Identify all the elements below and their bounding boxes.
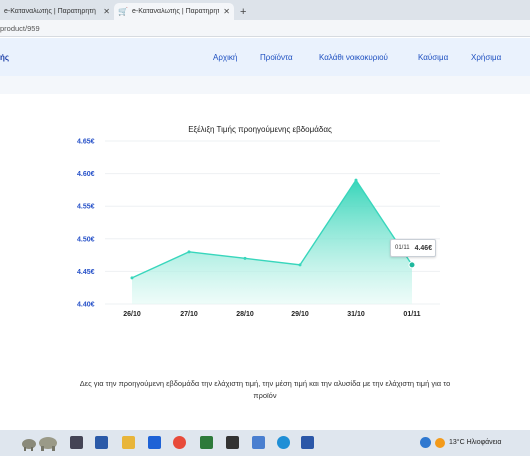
data-point xyxy=(243,256,247,260)
edge-icon[interactable] xyxy=(277,436,290,449)
x-tick-label: 26/10 xyxy=(123,311,141,318)
y-tick-label: 4.65€ xyxy=(77,139,95,146)
file-explorer-icon[interactable] xyxy=(122,436,135,449)
x-tick-label: 01/11 xyxy=(403,311,420,318)
app-icon[interactable] xyxy=(95,436,108,449)
chrome-icon[interactable] xyxy=(173,436,186,449)
data-point xyxy=(354,178,358,182)
taskbar: 13°C Ηλιοφάνεια xyxy=(0,430,530,456)
weather-icon xyxy=(435,437,445,448)
tooltip-date: 01/11 xyxy=(395,245,410,251)
y-tick-label: 4.60€ xyxy=(77,171,95,178)
series-area xyxy=(132,180,412,304)
data-point xyxy=(298,263,302,267)
y-tick-label: 4.40€ xyxy=(77,302,95,309)
system-tray: 13°C Ηλιοφάνεια xyxy=(420,437,501,448)
task-view-icon[interactable] xyxy=(70,436,83,449)
chart-caption: Δες για την προηγούμενη εβδομάδα την ελά… xyxy=(79,379,451,400)
app-icon[interactable] xyxy=(200,436,213,449)
x-tick-label: 28/10 xyxy=(236,311,254,318)
price-chart: 4.40€ 4.45€ 4.50€ 4.55€ 4.60€ 4.65€ 26/10 27/1… xyxy=(77,139,440,318)
elephants-image xyxy=(22,437,57,451)
app-icon[interactable] xyxy=(226,436,239,449)
app-icon[interactable] xyxy=(252,436,265,449)
tooltip-price: 4.46€ xyxy=(414,244,433,252)
y-tick-label: 4.55€ xyxy=(77,204,95,211)
data-point xyxy=(130,276,134,280)
y-tick-label: 4.50€ xyxy=(77,236,95,243)
weather-text[interactable]: 13°C Ηλιοφάνεια xyxy=(449,439,501,446)
x-tick-label: 27/10 xyxy=(180,311,198,318)
store-icon[interactable] xyxy=(148,436,161,449)
word-icon[interactable] xyxy=(301,436,314,449)
x-tick-label: 29/10 xyxy=(291,311,309,318)
x-tick-label: 31/10 xyxy=(347,311,365,318)
y-tick-label: 4.45€ xyxy=(77,269,95,276)
data-point xyxy=(187,250,191,254)
data-point xyxy=(408,261,416,269)
globe-icon[interactable] xyxy=(420,437,431,448)
chart-tooltip: 01/11 4.46€ xyxy=(390,239,436,257)
